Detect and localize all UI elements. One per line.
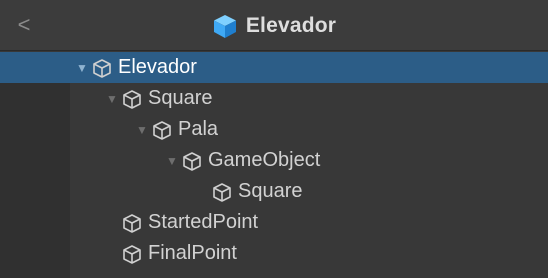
prefab-cube-icon bbox=[213, 14, 236, 38]
expand-arrow-icon[interactable]: ▼ bbox=[76, 62, 88, 74]
gameobject-cube-icon bbox=[183, 151, 201, 171]
hierarchy-item-label: Pala bbox=[178, 118, 219, 140]
hierarchy-item-label: GameObject bbox=[208, 149, 321, 171]
expand-arrow-icon[interactable]: ▼ bbox=[136, 124, 148, 136]
expand-arrow-icon[interactable]: ▼ bbox=[166, 155, 178, 167]
hierarchy-item-label: Square bbox=[238, 180, 303, 202]
hierarchy-item-label: FinalPoint bbox=[148, 242, 237, 264]
gameobject-cube-icon bbox=[123, 213, 141, 233]
hierarchy-item[interactable]: ▼ GameObject bbox=[0, 145, 548, 176]
gameobject-cube-icon bbox=[123, 244, 141, 264]
gameobject-cube-icon bbox=[213, 182, 231, 202]
hierarchy-panel: < Elevador ▼ Elevador ▼ Square ▼ Pala ▼ GameObj… bbox=[0, 0, 548, 278]
gameobject-cube-icon bbox=[153, 120, 171, 140]
hierarchy-item[interactable]: ▼ Square bbox=[0, 83, 548, 114]
gameobject-cube-icon bbox=[123, 89, 141, 109]
gameobject-cube-icon bbox=[93, 58, 111, 78]
expand-arrow-icon[interactable]: ▼ bbox=[106, 93, 118, 105]
hierarchy-item[interactable]: ▼ Elevador bbox=[0, 52, 548, 83]
hierarchy-item[interactable]: StartedPoint bbox=[0, 207, 548, 238]
hierarchy-item[interactable]: Square bbox=[0, 176, 548, 207]
prefab-title-text: Elevador bbox=[245, 13, 337, 37]
prefab-header-bar: < Elevador bbox=[0, 0, 548, 51]
hierarchy-item[interactable]: ▼ Pala bbox=[0, 114, 548, 145]
prefab-title: Elevador bbox=[0, 0, 548, 51]
hierarchy-item[interactable]: FinalPoint bbox=[0, 238, 548, 269]
hierarchy-item-label: Elevador bbox=[118, 56, 197, 78]
hierarchy-item-label: StartedPoint bbox=[148, 211, 259, 233]
hierarchy-tree: ▼ Elevador ▼ Square ▼ Pala ▼ GameObject Square St… bbox=[0, 52, 548, 269]
hierarchy-item-label: Square bbox=[148, 87, 213, 109]
